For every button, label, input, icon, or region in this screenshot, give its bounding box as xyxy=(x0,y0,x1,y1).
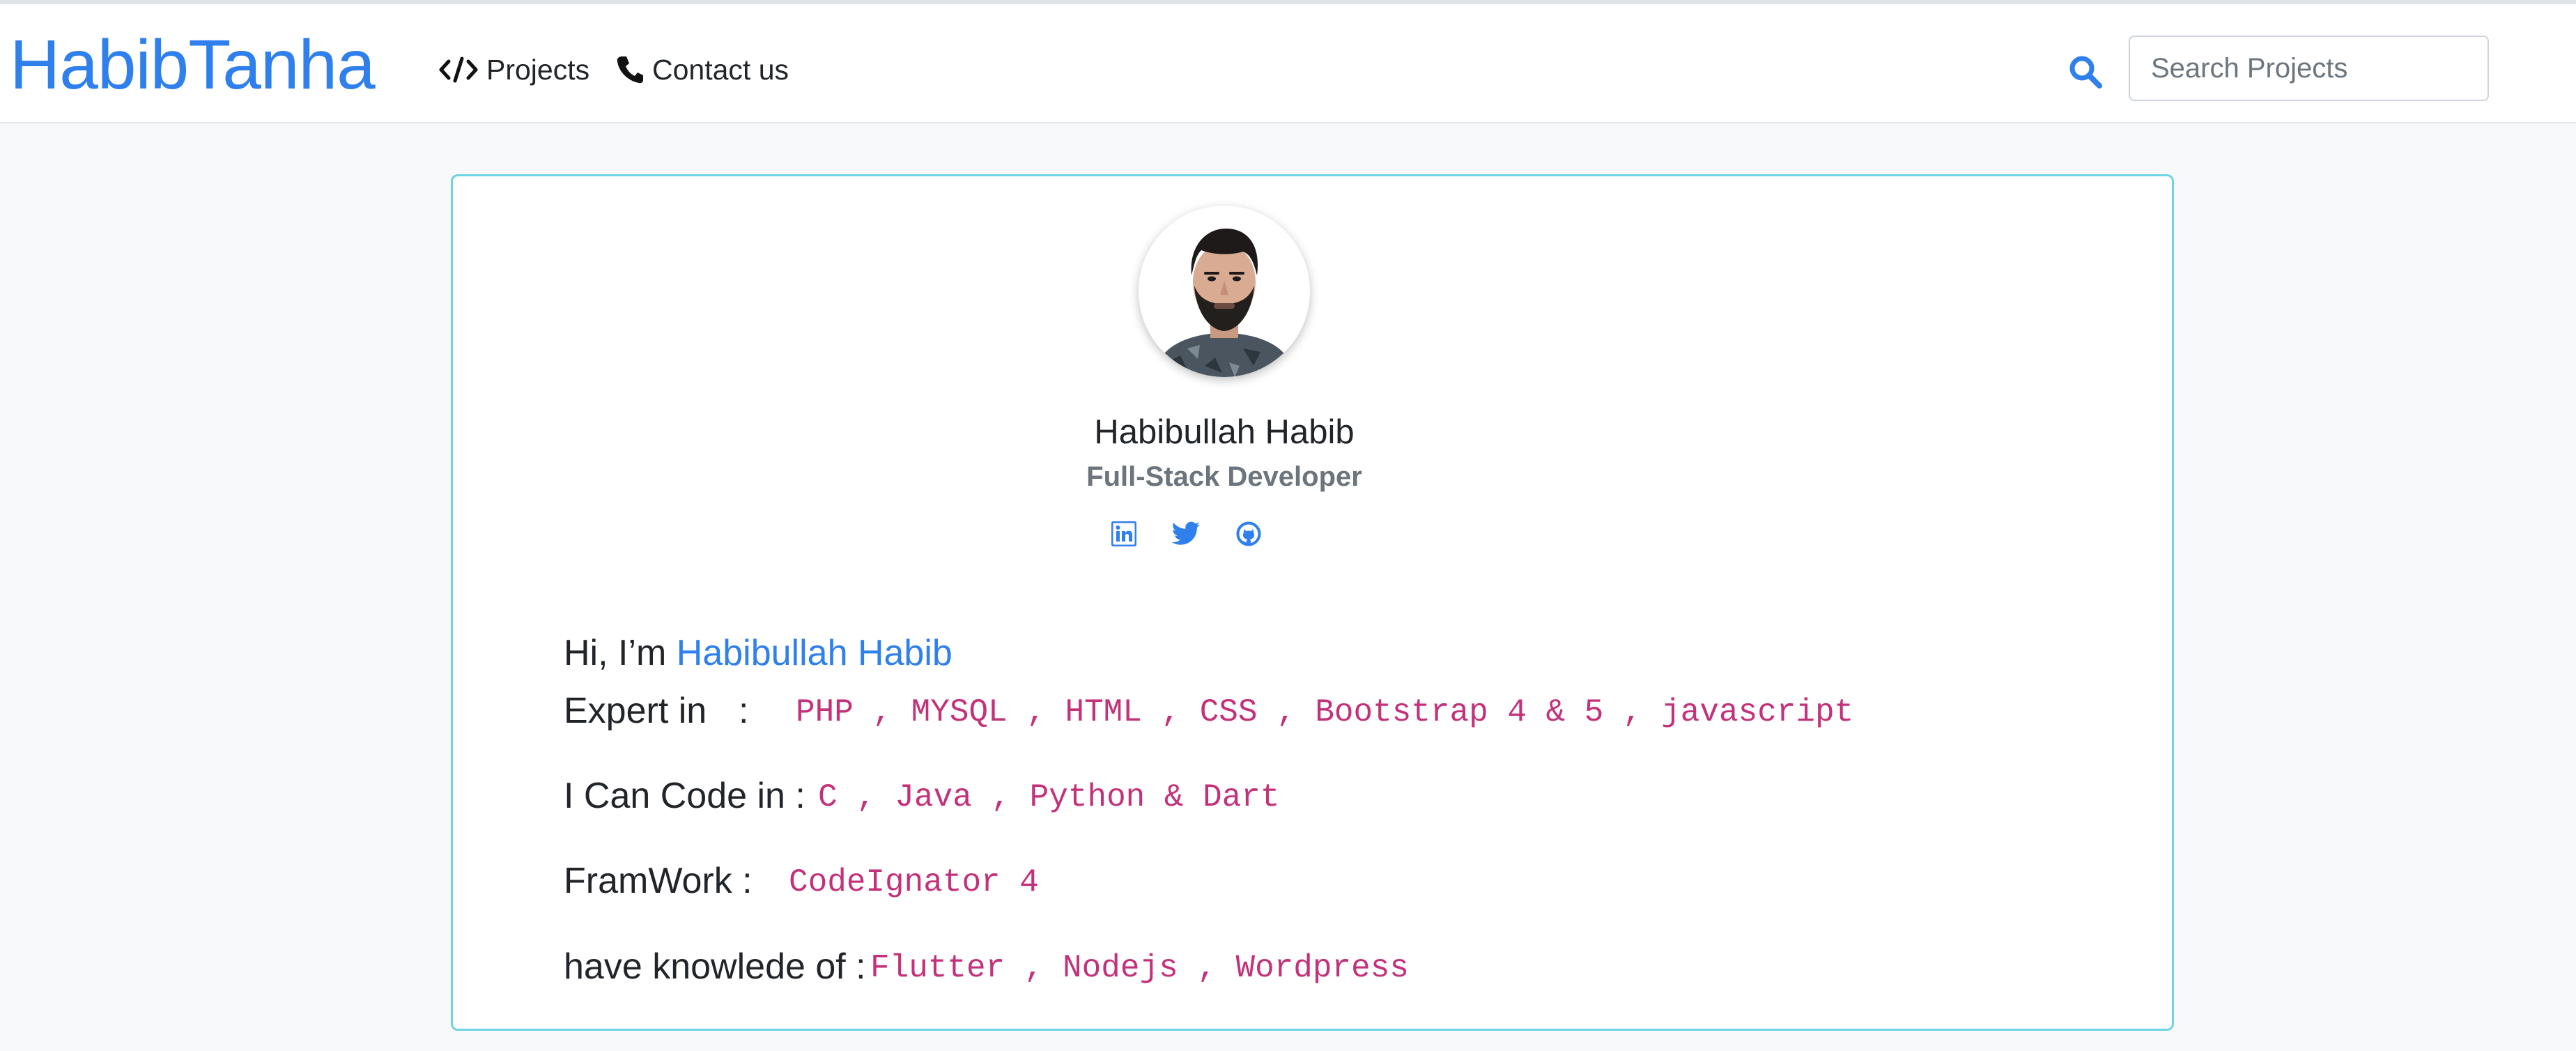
code-icon xyxy=(439,56,478,84)
nav-link-contact[interactable]: Contact us xyxy=(616,47,789,92)
knowledge-label: have knowlede of : xyxy=(564,946,866,987)
phone-icon xyxy=(616,55,644,84)
linkedin-icon[interactable] xyxy=(1109,519,1139,549)
search-input[interactable] xyxy=(2129,36,2489,101)
navbar: HabibTanha Projects Contact us xyxy=(0,4,2576,123)
search-icon[interactable] xyxy=(2068,54,2103,89)
framework-label: FramWork : xyxy=(564,861,753,901)
framework-values: CodeIgnator 4 xyxy=(789,864,1039,900)
nav-link-projects[interactable]: Projects xyxy=(439,47,589,92)
twitter-icon[interactable] xyxy=(1171,519,1201,549)
profile-role: Full-Stack Developer xyxy=(1086,461,1362,492)
greeting-prefix: Hi, I’m xyxy=(564,633,677,673)
expert-values: PHP , MYSQL , HTML , CSS , Bootstrap 4 &… xyxy=(796,694,1854,730)
greeting: Hi, I’m Habibullah Habib xyxy=(564,629,952,677)
github-icon[interactable] xyxy=(1233,519,1264,549)
nav-label-projects: Projects xyxy=(486,53,590,86)
avatar xyxy=(1139,206,1310,377)
code-languages-label: I Can Code in : xyxy=(564,776,805,816)
expert-colon: : xyxy=(739,691,749,731)
knowledge-values: Flutter , Nodejs , Wordpress xyxy=(870,950,1409,986)
profile-name: Habibullah Habib xyxy=(1094,413,1355,451)
greeting-name: Habibullah Habib xyxy=(676,633,952,673)
code-languages-values: C , Java , Python & Dart xyxy=(818,779,1280,815)
expert-label: Expert in xyxy=(564,691,707,731)
nav-label-contact: Contact us xyxy=(652,53,789,86)
brand-logo-link[interactable]: HabibTanha xyxy=(10,24,376,106)
